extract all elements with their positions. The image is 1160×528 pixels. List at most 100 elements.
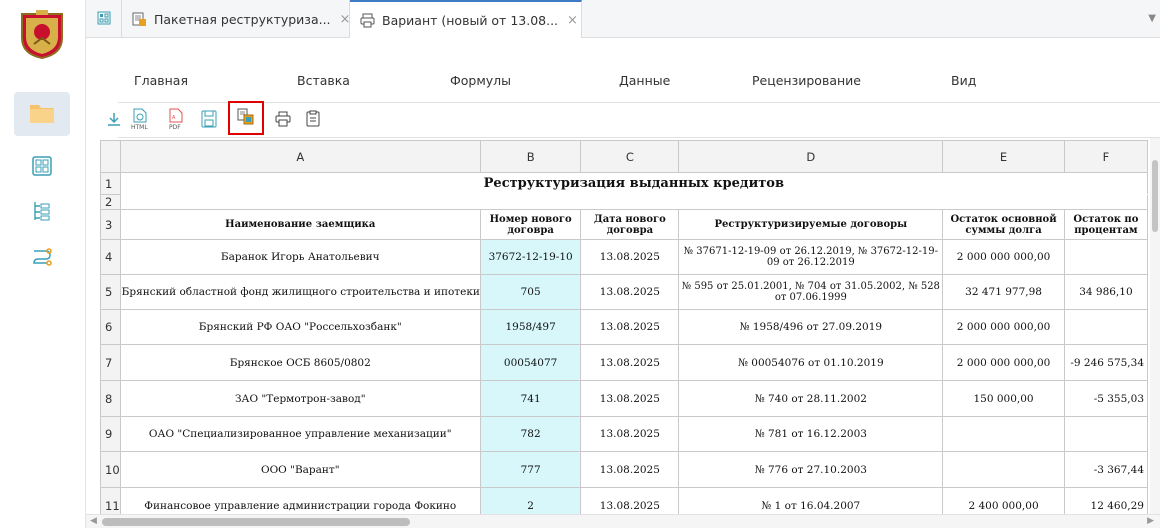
cell-contract-date[interactable]: 13.08.2025	[580, 380, 680, 417]
cell-borrower[interactable]: Финансовое управление администрации горо…	[119, 487, 481, 514]
column-header-c[interactable]: C	[580, 140, 680, 173]
clipboard-button[interactable]	[301, 104, 325, 136]
column-header-f[interactable]: F	[1063, 140, 1148, 173]
cell-contract-number[interactable]: 2	[479, 487, 582, 514]
ribbon-tab-formulas[interactable]: Формулы	[450, 73, 511, 88]
header-new-contract-number[interactable]: Номер нового договра	[479, 209, 582, 240]
cell-restructured-contracts[interactable]: № 37671-12-19-09 от 26.12.2019, № 37672-…	[678, 239, 944, 275]
cell-contract-date[interactable]: 13.08.2025	[580, 344, 680, 381]
cell-contract-number[interactable]: 782	[479, 416, 582, 452]
cell-contract-number[interactable]: 37672-12-19-10	[479, 239, 582, 275]
header-borrower[interactable]: Наименование заемщика	[119, 209, 481, 240]
row-number[interactable]: 1	[100, 172, 121, 195]
cell-contract-date[interactable]: 13.08.2025	[580, 309, 680, 345]
cell-principal-balance[interactable]: 150 000,00	[942, 380, 1065, 417]
tab-batch-restructuring[interactable]: Пакетная реструктуриза... ×	[122, 0, 350, 38]
cell-interest-balance[interactable]: -5 355,03	[1063, 380, 1148, 417]
route-nav-button[interactable]	[14, 236, 70, 280]
header-new-contract-date[interactable]: Дата нового договра	[580, 209, 680, 240]
header-interest-balance[interactable]: Остаток по процентам	[1063, 209, 1148, 240]
row-number[interactable]: 6	[100, 309, 121, 345]
cell-contract-number[interactable]: 00054077	[479, 344, 582, 381]
cell-borrower[interactable]: Баранок Игорь Анатольевич	[119, 239, 481, 275]
export-pdf-button[interactable]: A PDF	[164, 104, 188, 136]
cell-contract-number[interactable]: 777	[479, 451, 582, 488]
cell-principal-balance[interactable]	[942, 416, 1065, 452]
sheet-title[interactable]: Реструктуризация выданных кредитов	[119, 172, 1148, 195]
cell-interest-balance[interactable]	[1063, 309, 1148, 345]
cell-interest-balance[interactable]	[1063, 239, 1148, 275]
empty-row[interactable]	[119, 194, 1148, 210]
folder-nav-button[interactable]	[14, 92, 70, 136]
cell-contract-number[interactable]: 1958/497	[479, 309, 582, 345]
chevron-down-icon[interactable]: ▼	[1148, 13, 1156, 24]
cell-contract-date[interactable]: 13.08.2025	[580, 416, 680, 452]
cell-principal-balance[interactable]: 32 471 977,98	[942, 274, 1065, 310]
row-number[interactable]: 8	[100, 380, 121, 417]
cell-restructured-contracts[interactable]: № 1 от 16.04.2007	[678, 487, 944, 514]
tree-nav-button[interactable]	[14, 190, 70, 234]
close-icon[interactable]: ×	[567, 13, 578, 28]
cell-principal-balance[interactable]: 2 000 000 000,00	[942, 344, 1065, 381]
cell-principal-balance[interactable]: 2 000 000 000,00	[942, 309, 1065, 345]
vertical-scrollbar[interactable]	[1150, 138, 1160, 514]
column-header-b[interactable]: B	[479, 140, 582, 173]
cell-borrower[interactable]: Брянский областной фонд жилищного строит…	[119, 274, 481, 310]
close-icon[interactable]: ×	[340, 12, 351, 27]
vertical-scrollbar-thumb[interactable]	[1152, 160, 1158, 232]
copy-to-package-button[interactable]	[228, 101, 264, 135]
cell-borrower[interactable]: ОАО "Специализированное управление механ…	[119, 416, 481, 452]
cell-principal-balance[interactable]	[942, 451, 1065, 488]
cell-borrower[interactable]: Брянский РФ ОАО "Россельхозбанк"	[119, 309, 481, 345]
cell-interest-balance[interactable]: 12 460,29	[1063, 487, 1148, 514]
row-number[interactable]: 10	[100, 451, 121, 488]
cell-restructured-contracts[interactable]: № 00054076 от 01.10.2019	[678, 344, 944, 381]
row-number[interactable]: 7	[100, 344, 121, 381]
cell-contract-date[interactable]: 13.08.2025	[580, 274, 680, 310]
export-html-button[interactable]: HTML	[128, 104, 152, 136]
row-number[interactable]: 2	[100, 194, 121, 210]
cell-principal-balance[interactable]: 2 400 000,00	[942, 487, 1065, 514]
cell-contract-number[interactable]: 741	[479, 380, 582, 417]
row-number[interactable]: 4	[100, 239, 121, 275]
scroll-left-icon[interactable]: ◀	[90, 516, 97, 526]
column-header-e[interactable]: E	[942, 140, 1065, 173]
cell-interest-balance[interactable]	[1063, 416, 1148, 452]
cell-contract-date[interactable]: 13.08.2025	[580, 487, 680, 514]
ribbon-tab-insert[interactable]: Вставка	[297, 73, 350, 88]
cell-restructured-contracts[interactable]: № 776 от 27.10.2003	[678, 451, 944, 488]
cell-borrower[interactable]: ООО "Варант"	[119, 451, 481, 488]
ribbon-tab-home[interactable]: Главная	[134, 73, 188, 88]
cell-restructured-contracts[interactable]: № 740 от 28.11.2002	[678, 380, 944, 417]
ribbon-tab-data[interactable]: Данные	[619, 73, 670, 88]
cell-contract-date[interactable]: 13.08.2025	[580, 239, 680, 275]
column-header-d[interactable]: D	[678, 140, 944, 173]
spreadsheet-grid[interactable]: A B C D E F 1 Реструктуризация выданных …	[100, 140, 1148, 514]
header-principal-balance[interactable]: Остаток основной суммы долга	[942, 209, 1065, 240]
cell-restructured-contracts[interactable]: № 781 от 16.12.2003	[678, 416, 944, 452]
cell-interest-balance[interactable]: -9 246 575,34	[1063, 344, 1148, 381]
row-number[interactable]: 11	[100, 487, 121, 514]
home-tab-button[interactable]	[86, 0, 122, 38]
scroll-right-icon[interactable]: ▶	[1147, 516, 1154, 526]
header-restructured-contracts[interactable]: Реструктуризируемые договоры	[678, 209, 944, 240]
print-button[interactable]	[271, 104, 295, 136]
cell-principal-balance[interactable]: 2 000 000 000,00	[942, 239, 1065, 275]
cell-contract-date[interactable]: 13.08.2025	[580, 451, 680, 488]
row-number[interactable]: 5	[100, 274, 121, 310]
ribbon-tab-view[interactable]: Вид	[951, 73, 976, 88]
download-button[interactable]	[102, 104, 126, 136]
cell-restructured-contracts[interactable]: № 595 от 25.01.2001, № 704 от 31.05.2002…	[678, 274, 944, 310]
forms-nav-button[interactable]	[14, 145, 70, 189]
ribbon-tab-review[interactable]: Рецензирование	[752, 73, 861, 88]
cell-restructured-contracts[interactable]: № 1958/496 от 27.09.2019	[678, 309, 944, 345]
horizontal-scrollbar[interactable]: ◀ ▶	[86, 514, 1160, 528]
row-number[interactable]: 9	[100, 416, 121, 452]
cell-borrower[interactable]: Брянское ОСБ 8605/0802	[119, 344, 481, 381]
tab-variant[interactable]: Вариант (новый от 13.08... ×	[350, 0, 582, 39]
cell-borrower[interactable]: ЗАО "Термотрон-завод"	[119, 380, 481, 417]
select-all-corner[interactable]	[100, 140, 121, 173]
save-copy-button[interactable]	[197, 104, 221, 136]
cell-interest-balance[interactable]: -3 367,44	[1063, 451, 1148, 488]
horizontal-scrollbar-thumb[interactable]	[102, 518, 410, 526]
